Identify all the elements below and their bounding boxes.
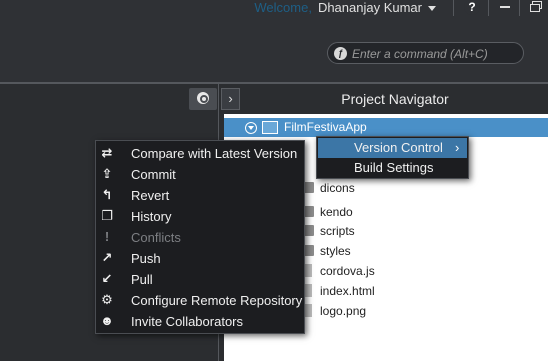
minimize-icon[interactable] [500,6,510,8]
menu-item-label: Conflicts [131,230,181,245]
submenu-item-label: Version Control [354,140,443,155]
menu-item-label: Compare with Latest Version [131,146,298,161]
tree-root-label: FilmFestivaApp [284,120,367,134]
pull-icon: ↙ [101,271,113,286]
chevron-down-icon [428,6,436,12]
tree-item-label: styles [320,244,351,258]
menu-item-history[interactable]: ❐ History [96,206,304,227]
push-icon: ↗ [101,250,113,265]
menu-item-label: History [131,209,172,224]
menu-item-label: Revert [131,188,170,203]
submenu-item-label: Build Settings [354,160,434,175]
tree-item-label: logo.png [320,304,367,318]
remote-repo-icon: ⚙ [101,292,113,307]
tree-item-label: kendo [320,205,353,219]
welcome-label: Welcome, [254,0,312,15]
project-icon [262,121,278,134]
context-menu: ⇄ Compare with Latest Version ⇪ Commit ↰ Re… [95,140,305,334]
tree-item-label: index.html [320,284,375,298]
menu-item-label: Configure Remote Repository [131,293,303,308]
search-button[interactable] [189,88,217,110]
help-icon[interactable]: ? [464,0,480,15]
menu-item-label: Invite Collaborators [131,314,243,329]
menu-item-configure-remote[interactable]: ⚙ Configure Remote Repository [96,290,304,311]
collapse-icon[interactable] [245,122,257,134]
menu-item-invite[interactable]: ☻ Invite Collaborators [96,311,304,332]
commit-icon: ⇪ [101,166,113,181]
search-icon [197,92,209,104]
menu-item-label: Commit [131,167,176,182]
command-input[interactable] [352,45,520,62]
menu-item-revert[interactable]: ↰ Revert [96,185,304,206]
top-bar: Welcome, Dhananjay Kumar ? ƒ [0,0,548,82]
submenu: Version Control › Build Settings [316,136,469,179]
menu-item-compare[interactable]: ⇄ Compare with Latest Version [96,143,304,164]
user-menu[interactable]: Welcome, Dhananjay Kumar [254,0,436,16]
revert-icon: ↰ [101,187,113,202]
expand-navigator-button[interactable]: › [221,88,240,110]
command-box[interactable]: ƒ [327,42,524,64]
tree-item-label: dicons [320,181,355,195]
divider [453,0,454,16]
menu-item-push[interactable]: ↗ Push [96,248,304,269]
navigator-title: Project Navigator [341,91,449,107]
tree-item-label: cordova.js [320,264,375,278]
menu-item-pull[interactable]: ↙ Pull [96,269,304,290]
tree-scroll-tab[interactable] [536,118,548,137]
conflict-icon: ! [104,229,110,244]
restore-window-icon[interactable] [530,1,542,12]
menu-item-label: Push [131,251,161,266]
submenu-item-build-settings[interactable]: Build Settings [318,158,467,178]
submenu-item-version-control[interactable]: Version Control › [318,138,467,158]
menu-item-conflicts: ! Conflicts [96,227,304,248]
tree-root-row[interactable]: FilmFestivaApp [224,118,548,137]
compare-arrows-icon: ⇄ [101,145,113,160]
tree-item-label: scripts [320,224,355,238]
command-icon: ƒ [334,47,347,60]
collaborators-icon: ☻ [100,313,114,328]
app-window: Welcome, Dhananjay Kumar ? ƒ › Project Na… [0,0,548,361]
history-icon: ❐ [101,208,113,223]
menu-item-commit[interactable]: ⇪ Commit [96,164,304,185]
divider [519,0,520,16]
divider [488,0,489,16]
username: Dhananjay Kumar [317,0,422,15]
chevron-right-icon: › [455,140,460,155]
menu-item-label: Pull [131,272,153,287]
